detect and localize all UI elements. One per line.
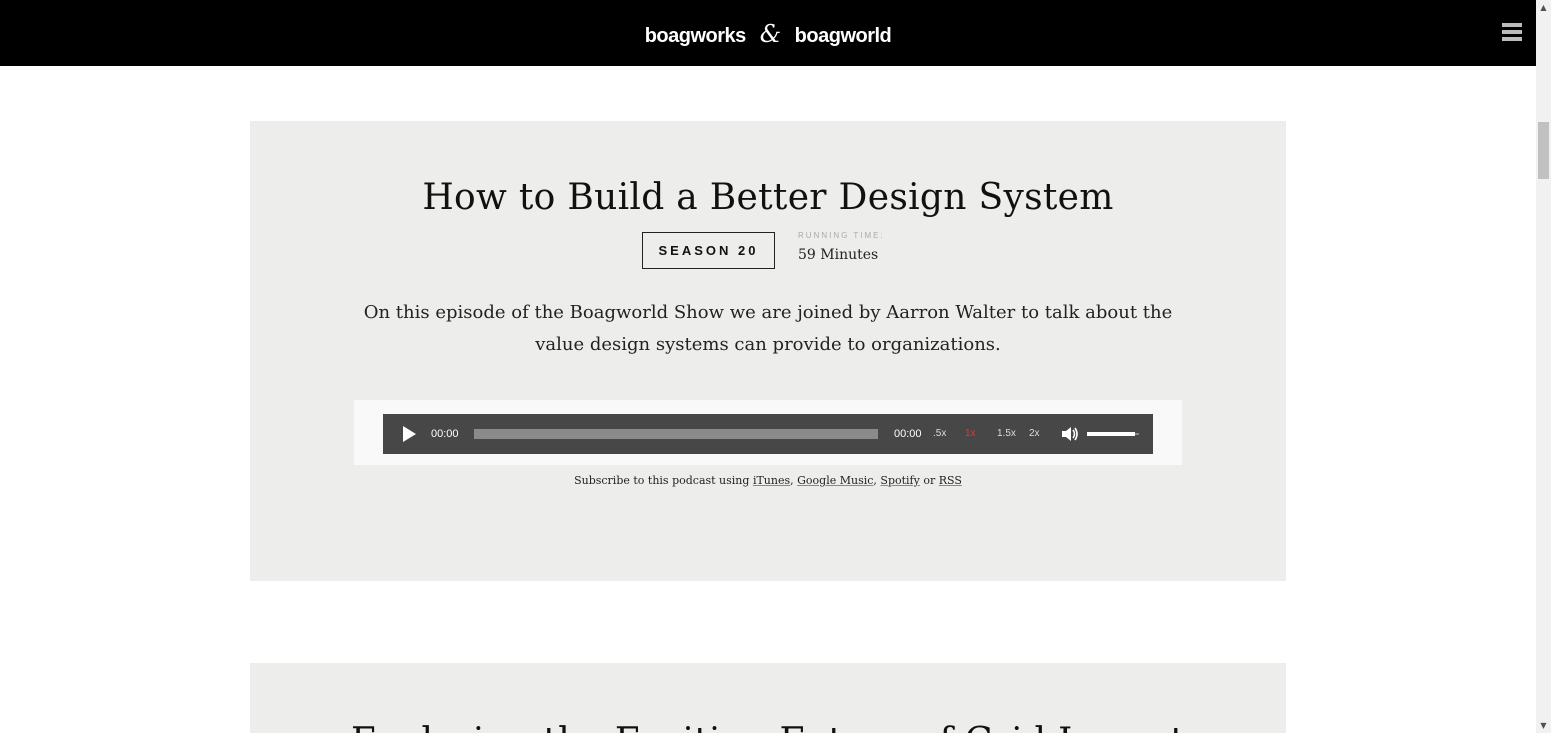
running-time-label: RUNNING TIME: (798, 231, 885, 240)
logo-ampersand: & (759, 20, 781, 48)
site-header: boagworks & boagworld (0, 0, 1536, 66)
hamburger-menu-icon[interactable] (1502, 23, 1522, 41)
scrollbar-thumb[interactable] (1538, 122, 1549, 179)
volume-icon[interactable] (1061, 426, 1079, 442)
audio-player: 00:00 00:00 .5x 1x 1.5x 2x (383, 414, 1153, 454)
speed-0-5x-button[interactable]: .5x (933, 428, 946, 439)
episode-title[interactable]: Exploring the Exciting Future of Grid La… (250, 721, 1286, 733)
season-badge[interactable]: SEASON 20 (642, 232, 775, 269)
subscribe-or: or (923, 474, 936, 487)
menu-line (1502, 30, 1522, 34)
episode-card: Exploring the Exciting Future of Grid La… (250, 663, 1286, 733)
episode-description: On this episode of the Boagworld Show we… (363, 302, 1173, 355)
logo-boagworks: boagworks (644, 25, 747, 47)
rss-link[interactable]: RSS (939, 474, 962, 487)
page-scrollbar[interactable]: ▲ ▼ (1536, 0, 1551, 733)
google-music-link[interactable]: Google Music (797, 474, 873, 487)
volume-slider[interactable] (1087, 426, 1139, 442)
current-time: 00:00 (431, 428, 459, 440)
episode-card: How to Build a Better Design System SEAS… (250, 121, 1286, 581)
play-icon[interactable] (403, 426, 416, 442)
spotify-link[interactable]: Spotify (880, 474, 919, 487)
subscribe-line: Subscribe to this podcast using iTunes, … (574, 474, 962, 487)
speed-1-5x-button[interactable]: 1.5x (997, 428, 1016, 439)
progress-bar[interactable] (474, 429, 878, 439)
menu-line (1502, 37, 1522, 41)
itunes-link[interactable]: iTunes (753, 474, 790, 487)
scroll-up-arrow-icon[interactable]: ▲ (1536, 0, 1551, 15)
menu-line (1502, 23, 1522, 27)
episode-title[interactable]: How to Build a Better Design System (250, 177, 1286, 218)
duration-time: 00:00 (894, 428, 922, 440)
subscribe-prefix: Subscribe to this podcast using (574, 474, 750, 487)
audio-player-container: 00:00 00:00 .5x 1x 1.5x 2x (354, 400, 1182, 465)
running-time-value: 59 Minutes (798, 247, 879, 263)
scroll-down-arrow-icon[interactable]: ▼ (1536, 718, 1551, 733)
logo-boagworld: boagworld (794, 25, 892, 47)
site-logo[interactable]: boagworks & boagworld (0, 20, 1536, 48)
speed-2x-button[interactable]: 2x (1029, 428, 1040, 439)
speed-1x-button[interactable]: 1x (965, 428, 976, 439)
